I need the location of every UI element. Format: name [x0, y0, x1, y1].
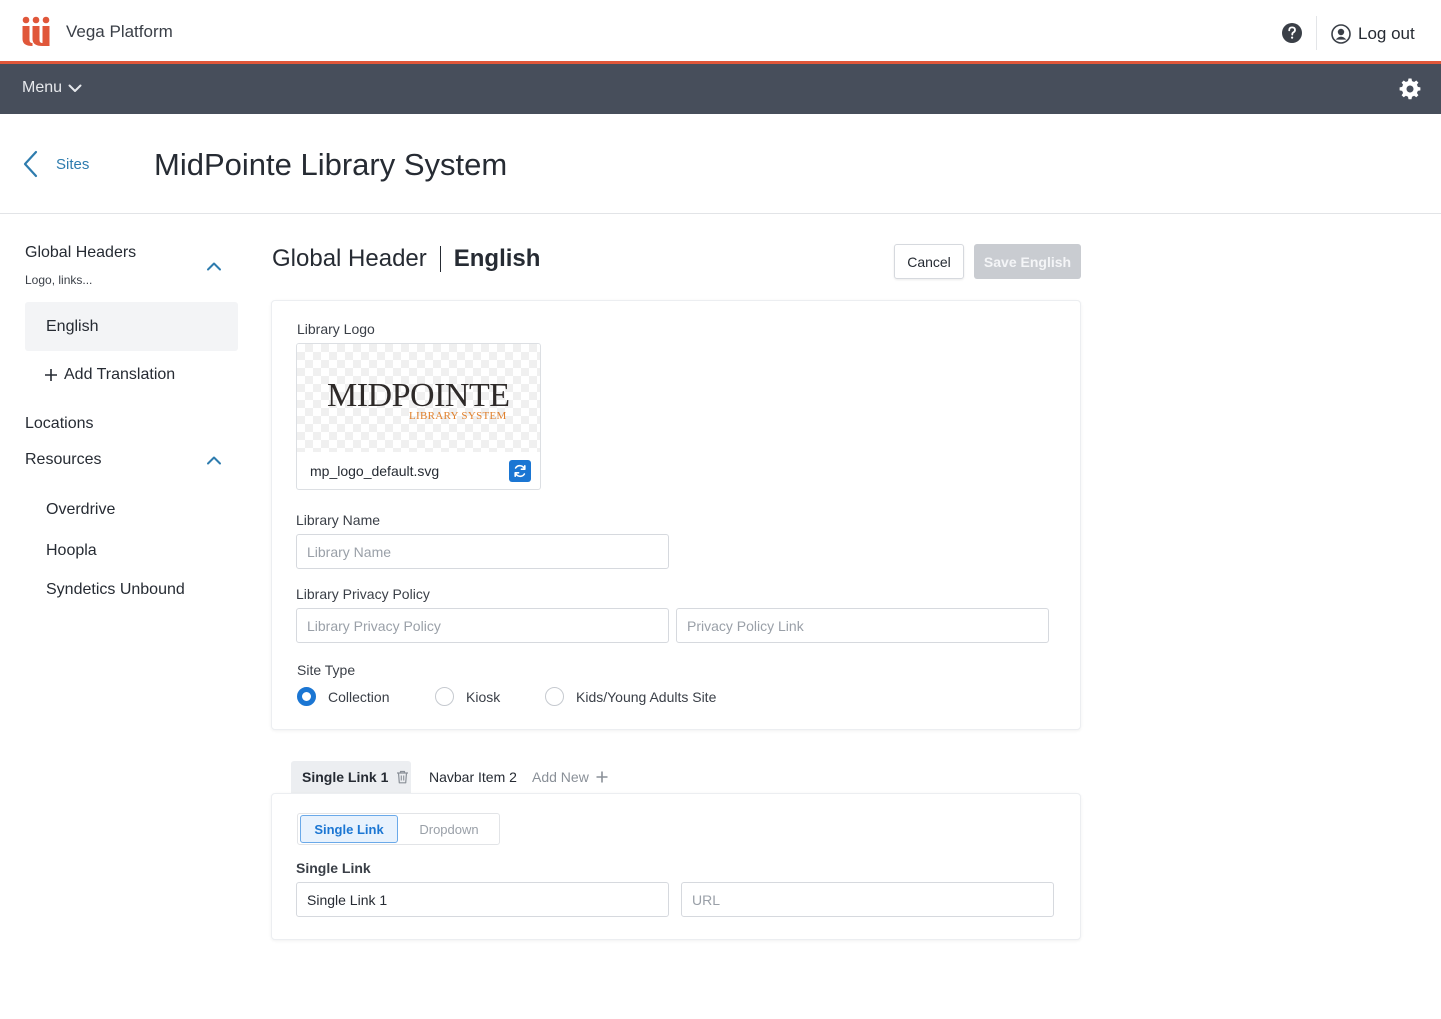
dropdown-option[interactable]: Dropdown [400, 815, 498, 843]
plus-icon [45, 369, 57, 381]
logout-label: Log out [1358, 24, 1415, 43]
single-link-option[interactable]: Single Link [300, 815, 398, 843]
refresh-icon [514, 464, 526, 478]
help-icon[interactable] [1281, 22, 1303, 44]
sidebar-item-locations[interactable]: Locations [25, 415, 94, 433]
cancel-button[interactable]: Cancel [894, 244, 964, 279]
menu-button[interactable]: Menu [22, 79, 82, 97]
tab-single-link-1[interactable]: Single Link 1 [291, 761, 411, 793]
sidebar-item-global-headers[interactable]: Global Headers [25, 244, 136, 262]
title-separator [439, 246, 441, 272]
section-title-label: Global Header [272, 245, 427, 272]
header-divider [0, 213, 1441, 214]
radio-label: Kiosk [466, 688, 501, 705]
tab-label: Single Link 1 [302, 769, 389, 785]
radio-collection[interactable] [297, 687, 316, 706]
site-type-option-kids[interactable]: Kids/Young Adults Site [545, 687, 716, 706]
add-new-tab-button[interactable]: Add New [532, 769, 608, 785]
trash-icon[interactable] [396, 770, 409, 784]
radio-kids[interactable] [545, 687, 564, 706]
site-type-label: Site Type [297, 662, 356, 678]
sidebar-subtitle: Logo, links... [25, 273, 93, 287]
chevron-up-icon[interactable] [206, 261, 222, 271]
midpointe-logo: MIDPOINTE LIBRARY SYSTEM [327, 377, 512, 427]
vega-logo-icon [22, 16, 50, 46]
tab-navbar-item-2[interactable]: Navbar Item 2 [429, 769, 517, 785]
top-bar: Vega Platform Log out [0, 0, 1441, 62]
radio-label: Collection [328, 688, 390, 705]
privacy-policy-input[interactable] [296, 608, 669, 643]
sidebar-item-label: English [46, 318, 99, 335]
section-title: Global Header English [272, 245, 540, 273]
site-type-option-kiosk[interactable]: Kiosk [435, 687, 500, 706]
logout-button[interactable]: Log out [1331, 22, 1415, 46]
radio-kiosk[interactable] [435, 687, 454, 706]
menu-label: Menu [22, 79, 63, 96]
single-link-name-input[interactable] [296, 882, 669, 917]
sidebar-item-english[interactable]: English [25, 302, 238, 351]
plus-icon [596, 771, 608, 783]
privacy-policy-label: Library Privacy Policy [296, 586, 430, 602]
logo-upload-box: MIDPOINTE LIBRARY SYSTEM mp_logo_default… [296, 343, 541, 490]
chevron-up-icon[interactable] [206, 455, 222, 465]
logo-preview: MIDPOINTE LIBRARY SYSTEM [297, 344, 540, 452]
save-english-button[interactable]: Save English [974, 244, 1081, 279]
add-translation-label: Add Translation [64, 366, 176, 383]
add-new-label: Add New [532, 769, 589, 785]
single-link-label: Single Link [296, 860, 371, 876]
back-to-sites-link[interactable]: Sites [22, 150, 89, 178]
user-icon [1331, 24, 1351, 44]
app-name: Vega Platform [66, 22, 173, 41]
sidebar-item-syndetics[interactable]: Syndetics Unbound [46, 581, 185, 599]
logo-subtitle: LIBRARY SYSTEM [409, 410, 507, 422]
sidebar-item-hoopla[interactable]: Hoopla [46, 542, 97, 560]
library-name-label: Library Name [296, 512, 381, 528]
section-language: English [453, 245, 541, 272]
replace-logo-button[interactable] [509, 460, 531, 482]
radio-label: Kids/Young Adults Site [576, 688, 717, 705]
sidebar-item-overdrive[interactable]: Overdrive [46, 501, 115, 519]
library-logo-label: Library Logo [297, 321, 375, 337]
topbar-divider [1316, 16, 1317, 50]
chevron-down-icon [68, 84, 82, 92]
back-label: Sites [56, 155, 90, 173]
single-link-url-input[interactable] [681, 882, 1054, 917]
link-type-toggle: Single Link Dropdown [297, 813, 500, 845]
library-name-input[interactable] [296, 534, 669, 569]
page-title: MidPointe Library System [154, 147, 508, 182]
privacy-policy-link-input[interactable] [676, 608, 1049, 643]
site-type-option-collection[interactable]: Collection [297, 687, 389, 706]
settings-gear-icon[interactable] [1398, 77, 1422, 101]
logo-file-name: mp_logo_default.svg [310, 463, 440, 479]
chevron-left-icon [23, 150, 38, 178]
add-translation-button[interactable]: Add Translation [44, 366, 175, 384]
main-navbar: Menu [0, 64, 1441, 114]
sidebar-item-resources[interactable]: Resources [25, 451, 101, 469]
